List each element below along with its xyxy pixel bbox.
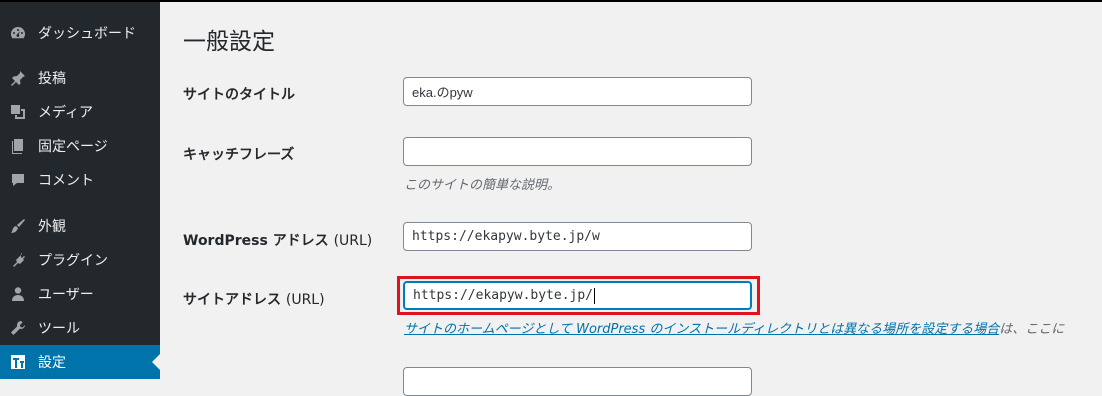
sidebar-item-label: コメント: [38, 173, 94, 189]
active-indicator-arrow: [152, 354, 160, 370]
sidebar-item-label: 設定: [38, 355, 66, 371]
site-address-label-url: (URL): [285, 292, 325, 308]
admin-sidebar: ダッシュボード 投稿 メディア 固定ページ コメント 外観 プラグイン ユーザー…: [0, 0, 160, 379]
wp-address-value: https://ekapyw.byte.jp/w: [412, 229, 600, 244]
dashboard-icon: [10, 25, 26, 41]
wp-address-label-url: (URL): [333, 233, 373, 249]
site-address-description-tail: は、ここに: [999, 322, 1065, 337]
red-highlight-box: [397, 276, 760, 315]
sidebar-item-label: 外観: [38, 219, 66, 235]
sidebar-item-label: ダッシュボード: [38, 26, 136, 42]
sidebar-item-appearance[interactable]: 外観: [0, 209, 160, 243]
wp-address-label-text: WordPress アドレス: [183, 233, 329, 249]
site-title-input[interactable]: eka.のpyw: [403, 77, 752, 106]
site-title-label: サイトのタイトル: [183, 87, 295, 103]
tagline-input[interactable]: [403, 137, 752, 166]
sidebar-item-pages[interactable]: 固定ページ: [0, 129, 160, 163]
pages-icon: [10, 138, 26, 154]
sidebar-item-dashboard[interactable]: ダッシュボード: [0, 16, 160, 50]
tagline-description: このサイトの簡単な説明。: [404, 178, 561, 193]
sidebar-item-posts[interactable]: 投稿: [0, 61, 160, 95]
sidebar-item-comments[interactable]: コメント: [0, 163, 160, 197]
sidebar-item-settings[interactable]: 設定: [0, 345, 160, 379]
site-address-label-text: サイトアドレス: [183, 292, 281, 308]
next-setting-input[interactable]: [403, 367, 752, 396]
site-address-label: サイトアドレス (URL): [183, 289, 325, 309]
sidebar-item-tools[interactable]: ツール: [0, 311, 160, 345]
wrench-icon: [10, 320, 26, 336]
tagline-label: キャッチフレーズ: [183, 147, 295, 163]
sidebar-item-media[interactable]: メディア: [0, 95, 160, 129]
comment-icon: [10, 172, 26, 188]
pin-icon: [10, 70, 26, 86]
site-address-description: サイトのホームページとして WordPress のインストールディレクトリとは異…: [404, 318, 1064, 337]
brush-icon: [10, 218, 26, 234]
wp-address-label: WordPress アドレス (URL): [183, 230, 372, 250]
site-address-help-link[interactable]: サイトのホームページとして WordPress のインストールディレクトリとは異…: [404, 322, 999, 337]
media-icon: [10, 104, 26, 120]
top-border: [160, 0, 1102, 2]
settings-icon: [10, 354, 26, 370]
wp-address-input[interactable]: https://ekapyw.byte.jp/w: [403, 222, 752, 251]
plugin-icon: [10, 252, 26, 268]
sidebar-item-plugins[interactable]: プラグイン: [0, 243, 160, 277]
site-title-value: eka.のpyw: [412, 85, 473, 100]
sidebar-item-users[interactable]: ユーザー: [0, 277, 160, 311]
sidebar-item-label: ツール: [38, 321, 80, 337]
sidebar-item-label: プラグイン: [38, 253, 108, 269]
sidebar-item-label: メディア: [38, 105, 94, 121]
page-title: 一般設定: [183, 29, 275, 55]
sidebar-item-label: 固定ページ: [38, 139, 108, 155]
sidebar-item-label: 投稿: [38, 71, 66, 87]
user-icon: [10, 286, 26, 302]
sidebar-item-label: ユーザー: [38, 287, 94, 303]
